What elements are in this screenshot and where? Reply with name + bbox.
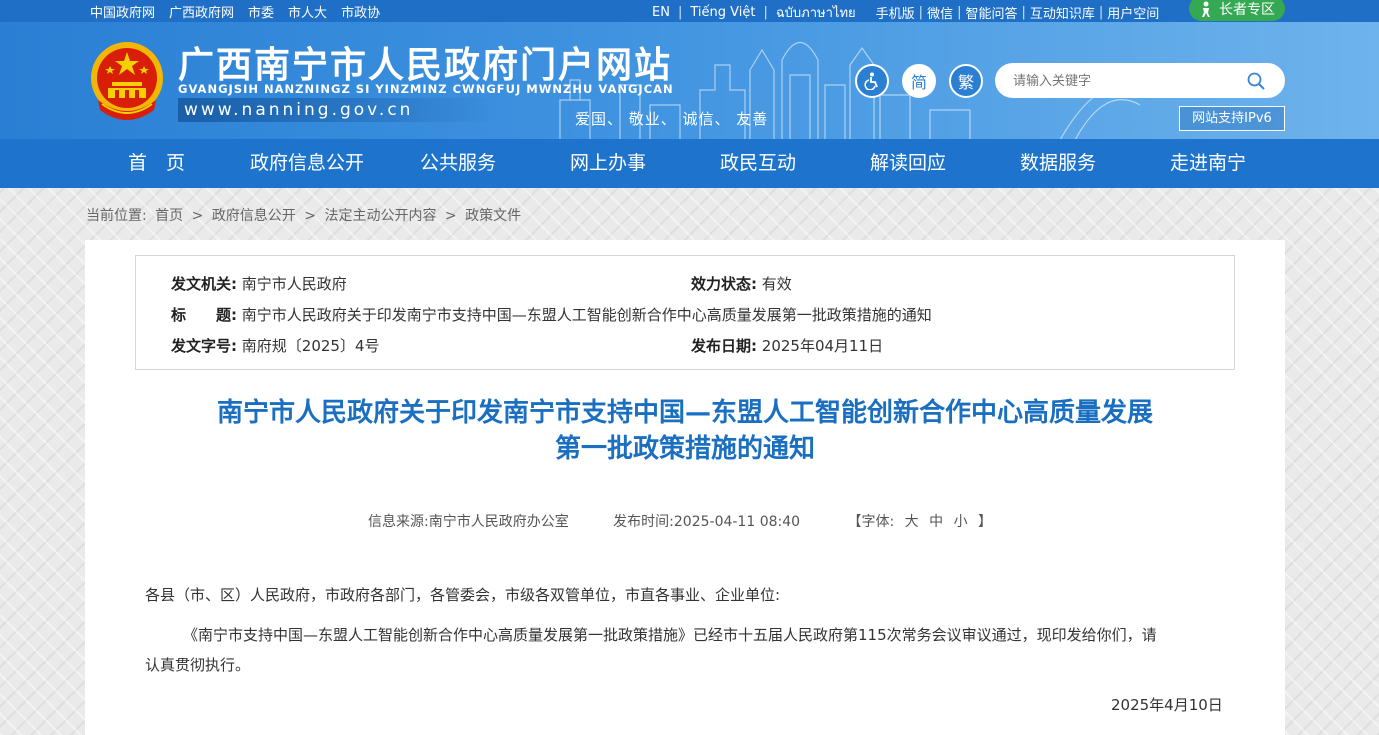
breadcrumb-separator: >	[444, 208, 457, 224]
article-title: 南宁市人民政府关于印发南宁市支持中国—东盟人工智能创新合作中心高质量发展 第一批…	[135, 395, 1235, 467]
lang-vi[interactable]: Tiếng Việt	[690, 5, 755, 20]
simplified-chinese-button[interactable]: 简	[902, 64, 936, 98]
search-box	[995, 63, 1285, 98]
breadcrumb: 当前位置: 首页 > 政府信息公开 > 法定主动公开内容 > 政策文件	[86, 205, 525, 225]
article-publish-time: 发布时间:2025-04-11 08:40	[613, 514, 801, 530]
site-header: 广西南宁市人民政府门户网站 GVANGJSIH NANZNINGZ SI YIN…	[0, 22, 1379, 140]
nav-item-online-service[interactable]: 网上办事	[570, 139, 646, 188]
meta-title-row: 标 题: 南宁市人民政府关于印发南宁市支持中国—东盟人工智能创新合作中心高质量发…	[171, 304, 932, 325]
breadcrumb-item-policy[interactable]: 政策文件	[465, 208, 521, 224]
tool-user-space[interactable]: 用户空间	[1107, 3, 1159, 22]
nav-item-interaction[interactable]: 政民互动	[720, 139, 796, 188]
article-title-line: 南宁市人民政府关于印发南宁市支持中国—东盟人工智能创新合作中心高质量发展	[216, 398, 1153, 428]
font-size-suffix: 】	[978, 514, 993, 530]
breadcrumb-prefix: 当前位置:	[86, 208, 147, 224]
meta-issuer-row: 发文机关: 南宁市人民政府	[171, 273, 347, 294]
slogan: 爱国、 敬业、 诚信、 友善	[575, 110, 769, 128]
article-source: 信息来源:南宁市人民政府办公室	[368, 514, 569, 530]
divider: |	[763, 5, 768, 20]
font-size-large-button[interactable]: 大	[905, 514, 919, 530]
wheelchair-icon	[864, 72, 878, 90]
tool-knowledge[interactable]: 互动知识库	[1030, 3, 1095, 22]
search-input[interactable]	[1013, 71, 1233, 91]
site-url: www.nanning.gov.cn	[178, 98, 498, 122]
meta-issuer-value: 南宁市人民政府	[241, 275, 347, 293]
article-paragraph-line: 认真贯彻执行。	[145, 656, 251, 674]
meta-date-row: 发布日期: 2025年04月11日	[691, 335, 883, 356]
article-salutation: 各县（市、区）人民政府，市政府各部门，各管委会，市级各双管单位，市直各事业、企业…	[145, 586, 781, 604]
tool-mobile[interactable]: 手机版	[876, 3, 915, 22]
breadcrumb-separator: >	[304, 208, 316, 224]
accessibility-button[interactable]	[855, 64, 889, 98]
divider: |	[677, 5, 683, 20]
elder-icon	[1202, 1, 1210, 17]
link-city-npc[interactable]: 市人大	[288, 2, 327, 21]
divider: |	[957, 5, 962, 20]
top-bar: 中国政府网 广西政府网 市委 市人大 市政协 EN | Tiếng Việt | ฉ…	[0, 0, 1379, 22]
meta-date-label: 发布日期:	[691, 337, 757, 355]
divider: |	[918, 5, 924, 20]
traditional-chinese-button[interactable]: 繁	[949, 64, 983, 98]
meta-status-value: 有效	[761, 275, 792, 293]
font-size-prefix: 【字体:	[847, 514, 895, 530]
ipv6-badge: 网站支持IPv6	[1179, 106, 1285, 131]
nav-item-data-service[interactable]: 数据服务	[1020, 139, 1096, 188]
article-info: 信息来源:南宁市人民政府办公室 发布时间:2025-04-11 08:40 【字…	[368, 511, 1035, 531]
breadcrumb-separator: >	[191, 208, 204, 224]
tool-wechat[interactable]: 微信	[927, 3, 953, 22]
link-gov-cn[interactable]: 中国政府网	[90, 2, 155, 21]
divider: |	[1021, 5, 1026, 20]
meta-title-label: 标 题:	[171, 306, 237, 324]
link-city-cppcc[interactable]: 市政协	[341, 2, 380, 21]
font-size-controls: 【字体: 大 中 小 】	[845, 514, 996, 530]
meta-docno-value: 南府规〔2025〕4号	[241, 337, 380, 355]
link-city-committee[interactable]: 市委	[248, 2, 274, 21]
top-links: 中国政府网 广西政府网 市委 市人大 市政协	[90, 2, 380, 21]
lang-th[interactable]: ฉบับภาษาไทย	[776, 2, 856, 23]
national-emblem-icon[interactable]	[88, 38, 166, 126]
font-size-small-button[interactable]: 小	[954, 514, 968, 530]
nav-item-interpretation[interactable]: 解读回应	[870, 139, 946, 188]
top-tools: EN | Tiếng Việt | ฉบับภาษาไทย 手机版 | 微信 | 智能问…	[652, 2, 1159, 23]
elder-zone-button[interactable]: 长者专区	[1189, 0, 1285, 21]
meta-title-value: 南宁市人民政府关于印发南宁市支持中国—东盟人工智能创新合作中心高质量发展第一批政…	[241, 306, 932, 324]
nav-item-public-service[interactable]: 公共服务	[420, 139, 496, 188]
meta-status-label: 效力状态:	[691, 275, 757, 293]
article-title-line: 第一批政策措施的通知	[554, 434, 815, 464]
lang-en[interactable]: EN	[652, 5, 670, 20]
article-paragraph-line: 《南宁市支持中国—东盟人工智能创新合作中心高质量发展第一批政策措施》已经市十五届…	[183, 626, 1157, 644]
breadcrumb-item-statutory[interactable]: 法定主动公开内容	[324, 208, 436, 224]
link-gxzf[interactable]: 广西政府网	[169, 2, 234, 21]
tool-qa[interactable]: 智能问答	[965, 3, 1017, 22]
breadcrumb-item-gov-info[interactable]: 政府信息公开	[212, 208, 296, 224]
elder-zone-label: 长者专区	[1219, 1, 1275, 18]
meta-docno-label: 发文字号:	[171, 337, 237, 355]
main-nav: 首 页 政府信息公开 公共服务 网上办事 政民互动 解读回应 数据服务 走进南宁	[0, 139, 1379, 188]
meta-issuer-label: 发文机关:	[171, 275, 237, 293]
divider: |	[1098, 5, 1104, 20]
meta-docno-row: 发文字号: 南府规〔2025〕4号	[171, 335, 380, 356]
document-meta-box: 发文机关: 南宁市人民政府 效力状态: 有效 标 题: 南宁市人民政府关于印发南…	[135, 255, 1235, 370]
breadcrumb-item-home[interactable]: 首页	[155, 208, 183, 224]
search-icon[interactable]	[1247, 72, 1265, 90]
nav-item-about-nanning[interactable]: 走进南宁	[1170, 139, 1246, 188]
meta-date-value: 2025年04月11日	[761, 337, 884, 355]
nav-item-gov-info[interactable]: 政府信息公开	[250, 139, 364, 188]
meta-status-row: 效力状态: 有效	[691, 273, 792, 294]
nav-item-home[interactable]: 首 页	[128, 139, 185, 188]
font-size-medium-button[interactable]: 中	[929, 514, 943, 530]
article-sign-date: 2025年4月10日	[1111, 696, 1223, 714]
